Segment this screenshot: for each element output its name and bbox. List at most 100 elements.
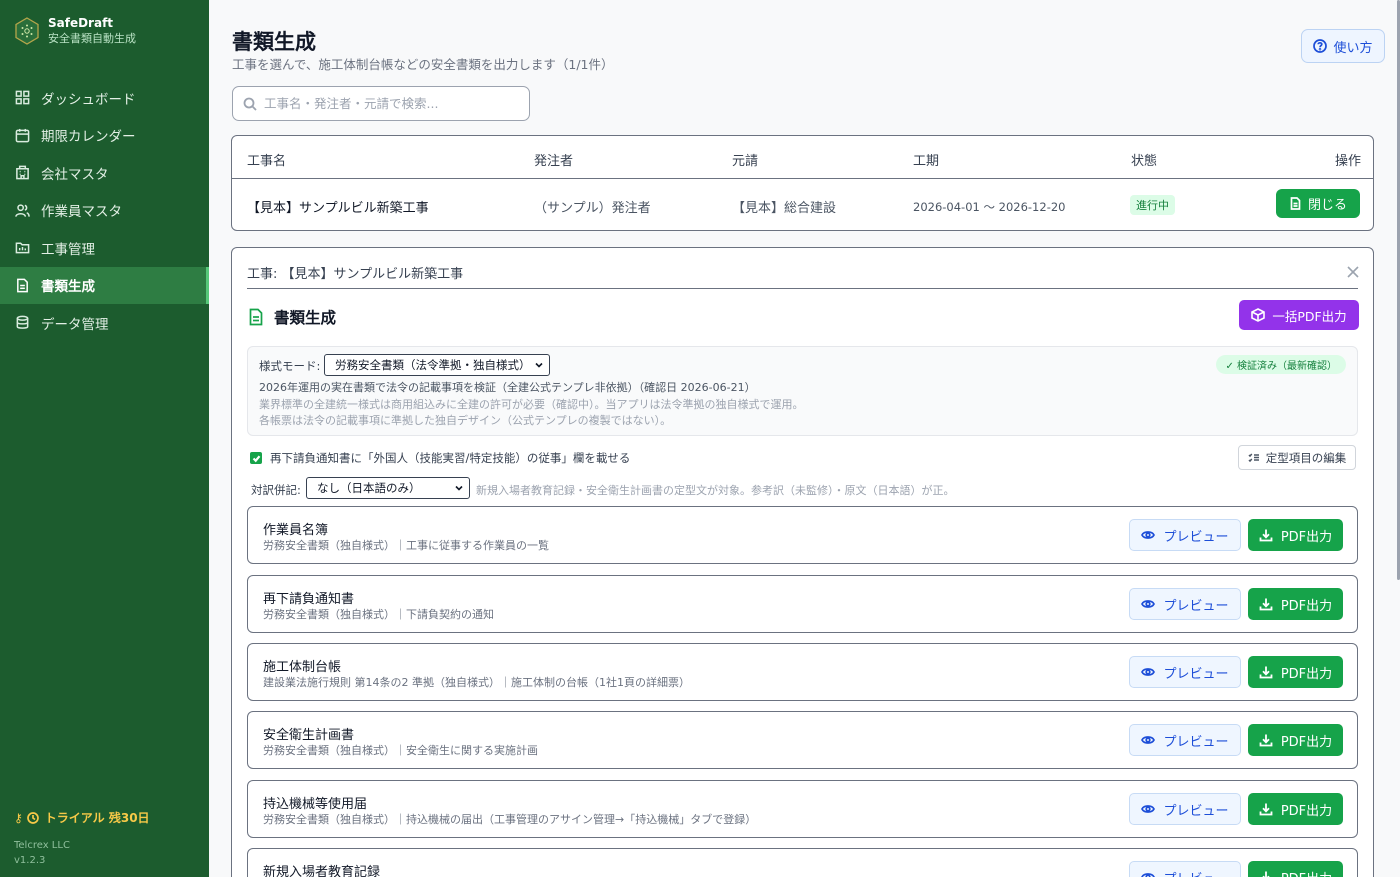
sidebar-item-company[interactable]: 会社マスタ [0, 154, 209, 192]
preview-button[interactable]: プレビュー [1129, 724, 1241, 756]
foreign-worker-option[interactable]: 再下請負通知書に「外国人（技能実習/特定技能）の従事」欄を載せる [250, 450, 630, 466]
mode-note-2: 業界標準の全建統一様式は商用組込みに全建の許可が必要（確認中）。当アプリは法令準… [259, 398, 804, 411]
document-card: 新規入場者教育記録 プレビュー PDF出力 [247, 848, 1358, 877]
close-icon[interactable] [1346, 264, 1360, 278]
download-icon [1262, 871, 1270, 877]
sidebar-item-label: 工事管理 [41, 241, 95, 258]
document-icon [249, 308, 263, 326]
document-description: 労務安全書類（独自様式）｜持込機械の届出（工事管理のアサイン管理→「持込機械」タ… [263, 813, 757, 826]
document-icon [1290, 197, 1301, 210]
preview-button[interactable]: プレビュー [1129, 656, 1241, 688]
cell-period: 2026-04-01 〜 2026-12-20 [913, 200, 1066, 214]
edit-fixed-items-button[interactable]: 定型項目の編集 [1238, 445, 1356, 470]
main-content: 書類生成 工事を選んで、施工体制台帳などの安全書類を出力します（1/1件） 使い… [209, 0, 1397, 877]
trial-status[interactable]: ⚷ トライアル 残30日 [14, 809, 150, 826]
search-input[interactable] [264, 96, 514, 111]
company-name: Telcrex LLC [14, 840, 70, 851]
pdf-download-label: PDF出力 [1280, 598, 1333, 614]
sidebar-nav: ダッシュボード 期限カレンダー 会社マスタ 作業員マスタ 工事管理 書類生成 デ… [0, 79, 209, 342]
document-card: 安全衛生計画書 労務安全書類（独自様式）｜安全衛生に関する実施計画 プレビュー … [247, 711, 1358, 769]
pdf-download-button[interactable]: PDF出力 [1248, 656, 1343, 688]
sidebar-item-projects[interactable]: 工事管理 [0, 229, 209, 267]
document-name: 作業員名簿 [263, 523, 329, 538]
foreign-worker-label: 再下請負通知書に「外国人（技能実習/特定技能）の従事」欄を載せる [270, 451, 631, 465]
brand[interactable]: SafeDraft 安全書類自動生成 [14, 16, 136, 46]
pdf-download-button[interactable]: PDF出力 [1248, 724, 1343, 756]
pdf-download-button[interactable]: PDF出力 [1248, 861, 1343, 877]
document-name: 安全衛生計画書 [263, 728, 355, 743]
preview-label: プレビュー [1163, 734, 1229, 750]
sidebar-item-label: ダッシュボード [41, 91, 136, 108]
translation-select[interactable]: なし（日本語のみ） [306, 477, 470, 499]
cell-contractor: 【見本】総合建設 [732, 201, 837, 216]
column-header-status: 状態 [1131, 154, 1158, 169]
mode-select[interactable]: 労務安全書類（法令準拠・独自様式） [324, 354, 550, 376]
close-button[interactable]: 閉じる [1276, 189, 1360, 218]
search-box[interactable] [232, 86, 530, 121]
pdf-download-button[interactable]: PDF出力 [1248, 793, 1343, 825]
key-icon: ⚷ [14, 810, 23, 825]
chevron-down-icon [535, 362, 543, 368]
download-icon [1259, 666, 1273, 679]
mode-label: 様式モード: [259, 359, 321, 373]
pdf-download-label: PDF出力 [1280, 529, 1333, 545]
building-icon [16, 165, 29, 180]
translation-select-value: なし（日本語のみ） [317, 481, 421, 495]
calendar-icon [15, 128, 30, 143]
preview-label: プレビュー [1163, 529, 1229, 545]
panel-project-label: 工事: 【見本】サンプルビル新築工事 [247, 267, 464, 282]
preview-button[interactable]: プレビュー [1129, 588, 1241, 620]
document-name: 持込機械等使用届 [263, 797, 368, 812]
preview-label: プレビュー [1163, 868, 1228, 877]
preview-button[interactable]: プレビュー [1129, 519, 1241, 551]
document-card: 再下請負通知書 労務安全書類（独自様式）｜下請負契約の通知 プレビュー PDF出… [247, 575, 1358, 633]
document-description: 建設業法施行規則 第14条の2 準拠（独自様式）｜施工体制の台帳（1社1頁の詳細… [263, 676, 690, 689]
sidebar-item-dashboard[interactable]: ダッシュボード [0, 79, 209, 117]
sidebar-item-label: 期限カレンダー [41, 129, 136, 146]
column-header-client: 発注者 [534, 154, 574, 169]
document-card: 持込機械等使用届 労務安全書類（独自様式）｜持込機械の届出（工事管理のアサイン管… [247, 780, 1358, 838]
sidebar-item-workers[interactable]: 作業員マスタ [0, 192, 209, 230]
verified-badge: ✓ 検証済み（最新確認） [1216, 355, 1346, 374]
pdf-download-label: PDF出力 [1280, 734, 1333, 750]
sidebar-item-data[interactable]: データ管理 [0, 304, 209, 342]
brand-subtitle: 安全書類自動生成 [48, 32, 136, 45]
help-label: 使い方 [1333, 40, 1373, 56]
pdf-download-label: PDF出力 [1280, 803, 1333, 819]
cell-project-name: 【見本】サンプルビル新築工事 [247, 201, 429, 216]
construction-folder-icon [15, 242, 30, 254]
translation-label: 対訳併記: [251, 483, 301, 497]
download-icon [1259, 598, 1273, 611]
document-description: 労務安全書類（独自様式）｜下請負契約の通知 [263, 608, 494, 621]
close-button-label: 閉じる [1307, 198, 1347, 213]
table-header: 工事名 発注者 元請 工期 状態 操作 [232, 136, 1373, 179]
mode-settings: 様式モード: 労務安全書類（法令準拠・独自様式） ✓ 検証済み（最新確認） 20… [247, 346, 1358, 436]
preview-label: プレビュー [1163, 598, 1229, 614]
document-description: 労務安全書類（独自様式）｜安全衛生に関する実施計画 [263, 744, 538, 757]
document-icon [17, 278, 28, 293]
help-button[interactable]: 使い方 [1301, 29, 1385, 63]
project-table: 工事名 発注者 元請 工期 状態 操作 【見本】サンプルビル新築工事 （サンプル… [231, 135, 1374, 231]
pdf-download-button[interactable]: PDF出力 [1248, 588, 1343, 620]
bulk-pdf-button[interactable]: 一括PDF出力 [1239, 300, 1359, 330]
column-header-actions: 操作 [1334, 154, 1361, 169]
foreign-worker-checkbox[interactable] [250, 452, 262, 464]
sidebar-item-label: 書類生成 [41, 279, 95, 296]
list-check-icon [1248, 452, 1259, 462]
trial-label: トライアル 残30日 [44, 811, 150, 825]
mode-select-value: 労務安全書類（法令準拠・独自様式） [335, 358, 531, 372]
preview-button[interactable]: プレビュー [1129, 861, 1241, 877]
page-subtitle: 工事を選んで、施工体制台帳などの安全書類を出力します（1/1件） [232, 57, 614, 72]
pdf-download-label: PDF出力 [1280, 666, 1333, 682]
status-badge: 進行中 [1130, 195, 1175, 215]
users-icon [15, 204, 30, 217]
pdf-download-button[interactable]: PDF出力 [1248, 519, 1343, 551]
sidebar-item-calendar[interactable]: 期限カレンダー [0, 117, 209, 155]
preview-button[interactable]: プレビュー [1129, 793, 1241, 825]
document-card: 作業員名簿 労務安全書類（独自様式）｜工事に従事する作業員の一覧 プレビュー P… [247, 506, 1358, 564]
sidebar-item-label: 会社マスタ [41, 166, 109, 183]
sidebar-item-label: 作業員マスタ [41, 204, 122, 221]
company-info: Telcrex LLC v1.2.3 [14, 838, 70, 868]
sidebar-item-documents[interactable]: 書類生成 [0, 266, 209, 304]
download-icon [1259, 529, 1273, 542]
